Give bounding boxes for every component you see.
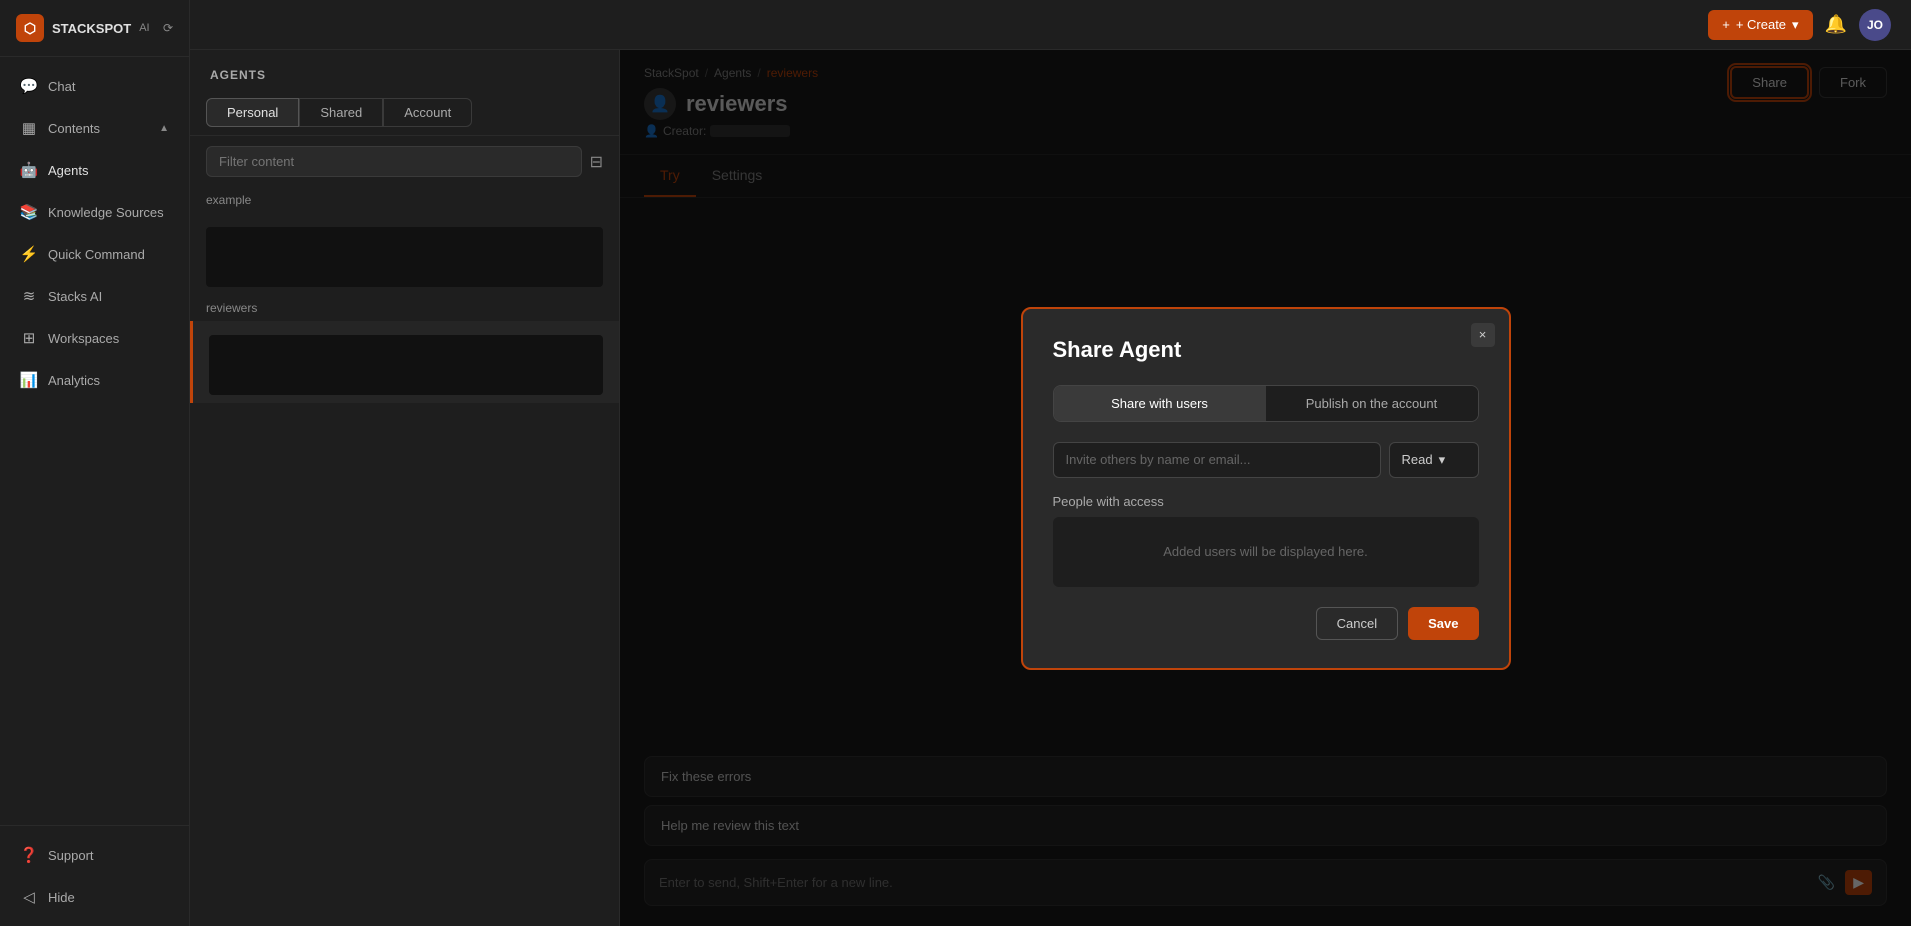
- list-item[interactable]: [190, 213, 619, 295]
- tab-shared[interactable]: Shared: [299, 98, 383, 127]
- notifications-button[interactable]: 🔔: [1825, 14, 1847, 35]
- sidebar-item-label: Workspaces: [48, 331, 119, 346]
- sidebar-item-label: Analytics: [48, 373, 100, 388]
- sidebar-item-chat[interactable]: 💬 Chat: [4, 65, 185, 107]
- topbar-right: + + Create ▾ 🔔 JO: [1708, 9, 1891, 41]
- create-plus-icon: +: [1722, 17, 1730, 32]
- create-chevron-icon: ▾: [1792, 17, 1799, 33]
- modal-actions: Cancel Save: [1053, 607, 1479, 640]
- sidebar-logo: ⬡ STACKSPOT AI ⟳: [0, 0, 189, 57]
- knowledge-icon: 📚: [20, 203, 38, 221]
- chat-icon: 💬: [20, 77, 38, 95]
- modal-close-button[interactable]: ×: [1471, 323, 1495, 347]
- agent-thumbnail: [209, 335, 603, 395]
- invite-input[interactable]: [1053, 442, 1381, 478]
- modal-tabs: Share with users Publish on the account: [1053, 385, 1479, 422]
- create-button[interactable]: + + Create ▾: [1708, 10, 1812, 40]
- filter-button[interactable]: ⊟: [590, 152, 603, 172]
- stacks-ai-icon: ≋: [20, 287, 38, 305]
- user-avatar-button[interactable]: JO: [1859, 9, 1891, 41]
- save-button[interactable]: Save: [1408, 607, 1478, 640]
- sidebar-footer: ❓ Support ◁ Hide: [0, 825, 189, 926]
- sidebar-item-label: Knowledge Sources: [48, 205, 164, 220]
- sidebar-item-label: Stacks AI: [48, 289, 102, 304]
- tab-account[interactable]: Account: [383, 98, 472, 127]
- empty-users-message: Added users will be displayed here.: [1163, 544, 1368, 559]
- permission-label: Read: [1402, 452, 1433, 467]
- share-agent-modal: Share Agent × Share with users Publish o…: [1021, 307, 1511, 670]
- agent-thumbnail: [206, 227, 603, 287]
- agents-panel-title: AGENTS: [210, 68, 266, 82]
- topbar: + + Create ▾ 🔔 JO: [190, 0, 1911, 50]
- sidebar-item-label: Chat: [48, 79, 75, 94]
- sidebar-item-label: Contents: [48, 121, 100, 136]
- expand-icon: ▲: [159, 123, 169, 134]
- sidebar-item-stacks-ai[interactable]: ≋ Stacks AI: [4, 275, 185, 317]
- permission-select[interactable]: Read ▾: [1389, 442, 1479, 478]
- sidebar: ⬡ STACKSPOT AI ⟳ 💬 Chat ▦ Contents ▲ 🤖 A…: [0, 0, 190, 926]
- sidebar-item-label: Support: [48, 848, 94, 863]
- agents-header: AGENTS: [190, 50, 619, 90]
- modal-tab-publish-account[interactable]: Publish on the account: [1266, 386, 1478, 421]
- filter-icon: ⊟: [590, 154, 603, 171]
- sidebar-item-label: Quick Command: [48, 247, 145, 262]
- sidebar-item-support[interactable]: ❓ Support: [4, 834, 185, 876]
- app-name: STACKSPOT: [52, 21, 131, 36]
- agents-panel: AGENTS Personal Shared Account ⊟ example…: [190, 50, 620, 926]
- agents-search-row: ⊟: [190, 136, 619, 187]
- sidebar-item-workspaces[interactable]: ⊞ Workspaces: [4, 317, 185, 359]
- agent-group-example: example: [190, 187, 619, 213]
- sidebar-item-quick-command[interactable]: ⚡ Quick Command: [4, 233, 185, 275]
- app-badge: AI: [139, 22, 149, 34]
- people-list: Added users will be displayed here.: [1053, 517, 1479, 587]
- sidebar-nav: 💬 Chat ▦ Contents ▲ 🤖 Agents 📚 Knowledge…: [0, 57, 189, 825]
- sidebar-item-contents[interactable]: ▦ Contents ▲: [4, 107, 185, 149]
- workspaces-icon: ⊞: [20, 329, 38, 347]
- tab-personal[interactable]: Personal: [206, 98, 299, 127]
- app-logo-icon: ⬡: [16, 14, 44, 42]
- agents-icon: 🤖: [20, 161, 38, 179]
- cancel-button[interactable]: Cancel: [1316, 607, 1398, 640]
- sidebar-item-label: Hide: [48, 890, 75, 905]
- content-layout: AGENTS Personal Shared Account ⊟ example…: [190, 50, 1911, 926]
- contents-icon: ▦: [20, 119, 38, 137]
- search-input[interactable]: [206, 146, 582, 177]
- modal-title: Share Agent: [1053, 337, 1479, 363]
- hide-icon: ◁: [20, 888, 38, 906]
- list-item[interactable]: [190, 321, 619, 403]
- agent-detail: StackSpot / Agents / reviewers 👤 reviewe…: [620, 50, 1911, 926]
- sidebar-item-knowledge-sources[interactable]: 📚 Knowledge Sources: [4, 191, 185, 233]
- sidebar-item-analytics[interactable]: 📊 Analytics: [4, 359, 185, 401]
- main: + + Create ▾ 🔔 JO AGENTS Personal Shared…: [190, 0, 1911, 926]
- modal-tab-share-users[interactable]: Share with users: [1054, 386, 1266, 421]
- sidebar-item-hide[interactable]: ◁ Hide: [4, 876, 185, 918]
- bell-icon: 🔔: [1825, 14, 1847, 34]
- sidebar-item-label: Agents: [48, 163, 88, 178]
- app-version-icon: ⟳: [163, 21, 173, 35]
- sidebar-item-agents[interactable]: 🤖 Agents: [4, 149, 185, 191]
- support-icon: ❓: [20, 846, 38, 864]
- analytics-icon: 📊: [20, 371, 38, 389]
- quick-command-icon: ⚡: [20, 245, 38, 263]
- invite-row: Read ▾: [1053, 442, 1479, 478]
- modal-overlay: Share Agent × Share with users Publish o…: [620, 50, 1911, 926]
- permission-chevron-icon: ▾: [1439, 452, 1446, 468]
- people-with-access-label: People with access: [1053, 494, 1479, 509]
- agents-tabs: Personal Shared Account: [190, 90, 619, 136]
- agent-group-reviewers: reviewers: [190, 295, 619, 321]
